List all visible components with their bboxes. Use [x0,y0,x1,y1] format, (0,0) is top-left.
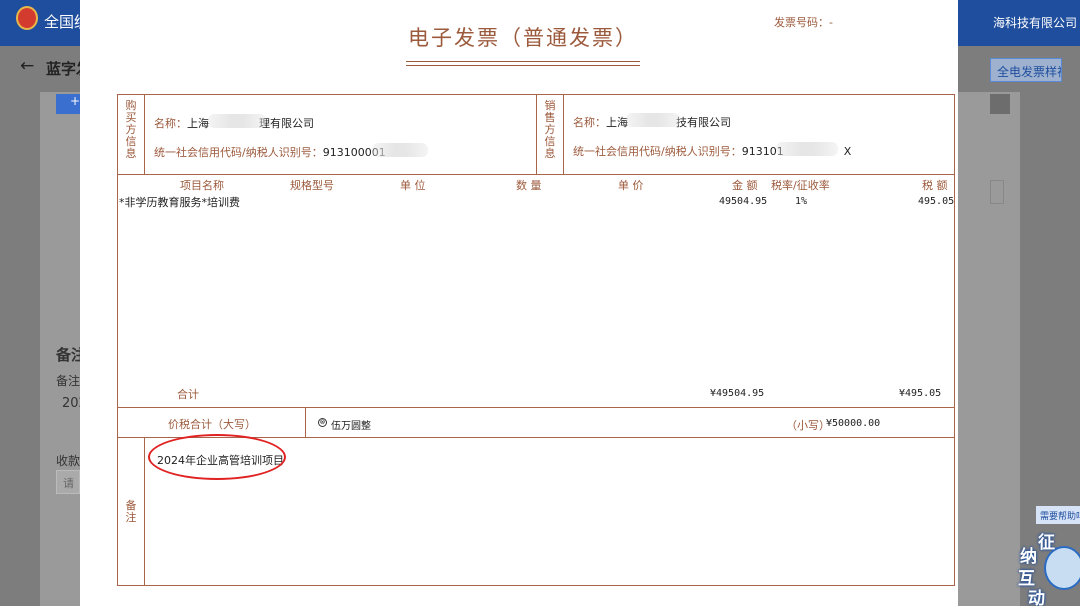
invoice-number: 发票号码：- [774,14,833,30]
col-spec: 规格型号 [290,179,334,192]
item-tax: 495.05 [918,196,955,207]
total-amount: ¥49504.95 [710,388,765,399]
grand-total-small: ¥50000.00 [826,418,881,429]
add-button[interactable]: + [56,94,80,114]
buyer-side-label: 购买方信息 [125,100,137,160]
col-item-name: 项目名称 [180,179,224,192]
highlight-circle [148,434,286,480]
item-amount: 49504.95 [719,196,768,207]
side-gray-button[interactable] [990,94,1010,114]
payee-label: 收款人 [56,454,80,468]
col-tax: 税 额 [922,179,948,192]
mascot-char-4: 动 [1028,589,1045,606]
remark-side-label: 备注 [125,500,137,524]
grand-total-check-icon: ⊗ [318,418,327,427]
remark-value: 2024 [62,396,80,411]
help-tab[interactable]: 需要帮助吗 [1036,506,1080,524]
invoice-title: 电子发票（普通发票） [408,26,638,50]
seller-name-prefix: 上海 [606,116,628,129]
buyer-name-label: 名称： [154,117,187,130]
divider-buyer-label [144,95,145,174]
remark-label: 备注 [56,374,80,388]
item-rate: 1% [795,196,808,207]
buyer-name-blur [208,114,266,128]
company-name[interactable]: 海科技有限公司 [993,14,1080,31]
buyer-name-prefix: 上海 [187,117,209,130]
total-tax: ¥495.05 [899,388,942,399]
divider-buyer-seller [536,95,537,174]
divider-grand-total [305,408,306,437]
seller-name-label: 名称： [573,116,606,129]
buyer-tax-label: 统一社会信用代码/纳税人识别号： [154,146,323,159]
mascot-assistant[interactable]: 征 纳 互 动 [1018,528,1080,606]
seller-tax-blur [776,142,838,156]
seller-name-suffix: 技有限公司 [676,116,731,129]
seller-char: 息 [544,147,556,160]
title-underline [406,61,640,62]
divider-items [118,407,954,408]
mascot-char-1: 征 [1038,533,1055,553]
invoice-number-value: - [829,16,833,29]
col-price: 单 价 [618,179,644,192]
payee-input[interactable]: 请输入 [56,470,80,494]
section-title-remark: 备注 [56,346,80,364]
remark-char: 注 [125,511,137,524]
seller-tax-tail: X [843,145,852,158]
divider-seller-label [563,95,564,174]
buyer-tax-id: 统一社会信用代码/纳税人识别号：913100001 [154,144,386,160]
seller-side-label: 销售方信息 [544,100,556,160]
total-label: 合计 [177,388,199,401]
col-qty: 数 量 [516,179,542,192]
divider-party [118,174,954,175]
grand-total-upper: 伍万圆整 [331,421,371,432]
app-title: 全国统一规范电子税务局 [44,13,80,31]
background-form-right [958,92,1020,606]
invoice-number-label: 发票号码： [774,16,829,29]
col-amount: 金 额 [732,179,758,192]
side-input-box[interactable] [990,180,1004,204]
divider-remark-label [144,438,145,585]
seller-tax-label: 统一社会信用代码/纳税人识别号： [573,145,742,158]
buyer-tax-blur [372,143,428,157]
preview-sample-button[interactable]: 全电发票样视图 [990,58,1062,82]
buyer-char: 息 [125,147,137,160]
grand-total-small-label: （小写） [786,419,830,432]
buyer-name-suffix: 理有限公司 [259,117,314,130]
col-unit: 单 位 [400,179,426,192]
col-tax-rate: 税率/征收率 [771,179,830,192]
back-arrow-icon[interactable]: ← [20,56,34,76]
grand-total-label: 价税合计（大写） [168,418,256,431]
page-title: 蓝字发票开具 [46,60,80,78]
seller-name-blur [626,113,680,127]
title-underline-2 [406,65,640,66]
tax-emblem-icon [16,6,38,30]
item-name: *非学历教育服务*培训费 [119,196,240,209]
